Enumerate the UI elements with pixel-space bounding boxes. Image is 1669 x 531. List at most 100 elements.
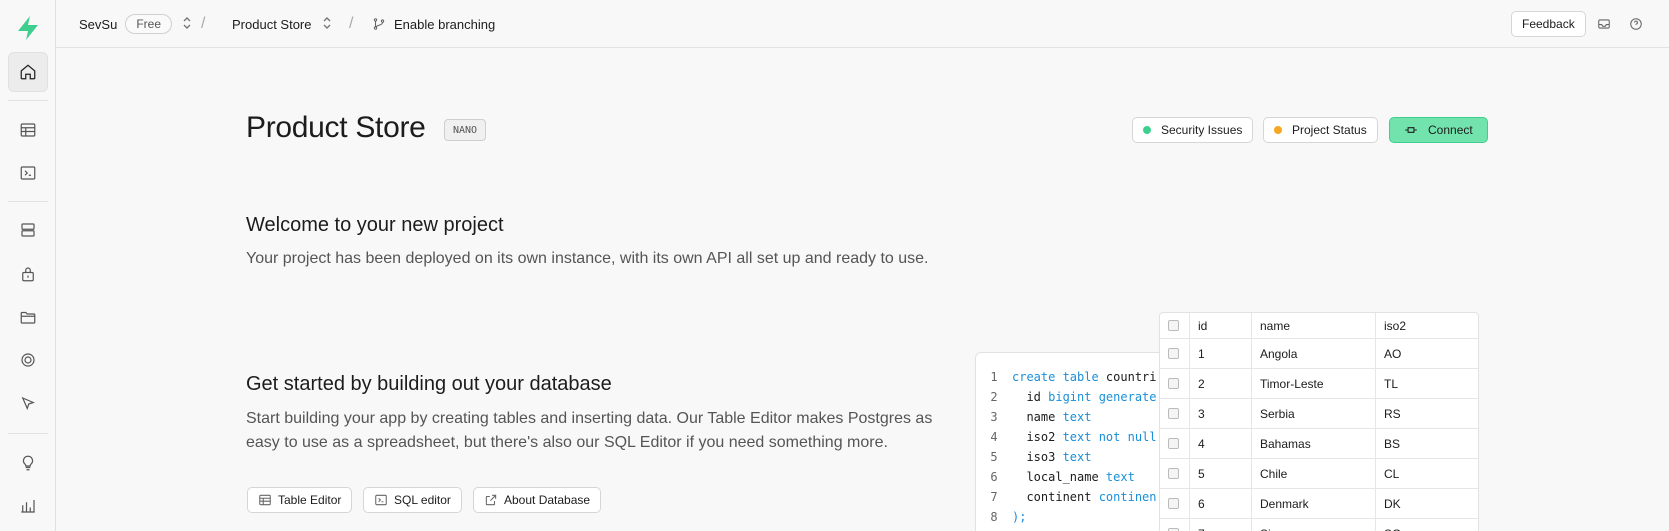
sidebar-item-realtime[interactable] [8, 340, 48, 380]
breadcrumb-separator: / [349, 15, 354, 32]
line-number: 4 [990, 430, 998, 444]
sidebar-item-reports[interactable] [8, 486, 48, 526]
row-checkbox-cell [1160, 459, 1190, 488]
line-number: 2 [990, 390, 998, 404]
row-checkbox[interactable] [1168, 378, 1179, 389]
welcome-body: Your project has been deployed on its ow… [246, 250, 929, 267]
countries-table-preview: id name iso2 1 Angola AO 2 Timor-Leste TL 3 Serbia… [1159, 312, 1479, 531]
enable-branching-button[interactable]: Enable branching [372, 0, 495, 48]
table-cell: SG [1376, 519, 1478, 531]
breadcrumb-separator: / [201, 15, 206, 32]
line-number: 7 [990, 490, 998, 504]
plug-icon [1404, 123, 1418, 137]
org-selector[interactable]: SevSu Free [79, 0, 192, 48]
table-cell: Bahamas [1252, 429, 1376, 458]
table-row[interactable]: 7SingaporeSG [1160, 519, 1478, 531]
status-dot-icon [1274, 126, 1282, 134]
terminal-icon [20, 166, 36, 180]
line-number: 1 [990, 370, 998, 384]
row-checkbox-cell [1160, 369, 1190, 398]
column-header: iso2 [1376, 313, 1478, 338]
about-database-label: About Database [504, 493, 591, 507]
sidebar-item-database[interactable] [8, 210, 48, 250]
plan-badge: Free [125, 14, 172, 34]
status-dot-icon [1143, 126, 1151, 134]
table-cell: CL [1376, 459, 1478, 488]
code-text: name [1012, 410, 1063, 424]
table-row[interactable]: 1 Angola AO [1160, 339, 1478, 369]
project-status-label: Project Status [1292, 123, 1367, 137]
table-cell: 3 [1190, 399, 1252, 428]
table-row[interactable]: 4 Bahamas BS [1160, 429, 1478, 459]
supabase-logo-icon[interactable] [14, 14, 42, 42]
code-text: countri [1098, 370, 1157, 384]
table-cell: Denmark [1252, 489, 1376, 518]
table-row[interactable]: 2 Timor-Leste TL [1160, 369, 1478, 399]
table-cell: Timor-Leste [1252, 369, 1376, 398]
table-cell: Singapore [1252, 519, 1376, 531]
feedback-label: Feedback [1522, 17, 1575, 31]
row-checkbox-cell [1160, 429, 1190, 458]
code-text: iso2 [1012, 430, 1063, 444]
table-cell: Serbia [1252, 399, 1376, 428]
code-text: continent [1012, 490, 1099, 504]
reports-icon [21, 500, 35, 513]
lightbulb-icon [22, 455, 34, 471]
line-number: 5 [990, 450, 998, 464]
code-keyword: bigint generate [1048, 390, 1157, 404]
table-row[interactable]: 5 Chile CL [1160, 459, 1478, 489]
row-checkbox[interactable] [1168, 348, 1179, 359]
row-checkbox-cell [1160, 489, 1190, 518]
line-number: 6 [990, 470, 998, 484]
sidebar-item-edge-functions[interactable] [8, 384, 48, 424]
lock-icon [22, 267, 34, 282]
row-checkbox[interactable] [1168, 468, 1179, 479]
table-cell: 1 [1190, 339, 1252, 368]
sidebar-item-table-editor[interactable] [8, 110, 48, 150]
sql-editor-button[interactable]: SQL editor [363, 487, 462, 513]
help-icon[interactable] [1624, 12, 1648, 36]
table-cell: Chile [1252, 459, 1376, 488]
chevron-updown-icon [322, 16, 332, 33]
code-text: iso3 [1012, 450, 1063, 464]
code-keyword: create table [1012, 370, 1099, 384]
inbox-icon[interactable] [1592, 12, 1616, 36]
security-issues-button[interactable]: Security Issues [1132, 117, 1254, 143]
sidebar-item-home[interactable] [8, 52, 48, 92]
row-checkbox[interactable] [1168, 408, 1179, 419]
table-row[interactable]: 6 Denmark DK [1160, 489, 1478, 519]
table-row[interactable]: 3 Serbia RS [1160, 399, 1478, 429]
chevron-updown-icon [182, 16, 192, 33]
external-link-icon [485, 494, 497, 506]
sql-editor-label: SQL editor [394, 493, 451, 507]
realtime-icon [21, 353, 35, 367]
sidebar-item-authentication[interactable] [8, 254, 48, 294]
project-status-button[interactable]: Project Status [1263, 117, 1378, 143]
table-cell: 5 [1190, 459, 1252, 488]
feedback-button[interactable]: Feedback [1511, 11, 1586, 37]
getstarted-body-line1: Start building your app by creating tabl… [246, 410, 933, 427]
connect-button[interactable]: Connect [1389, 117, 1488, 143]
code-keyword: text not null [1062, 430, 1157, 444]
database-icon [21, 223, 35, 237]
sidebar-item-storage[interactable] [8, 297, 48, 337]
row-checkbox[interactable] [1168, 498, 1179, 509]
table-cell: Angola [1252, 339, 1376, 368]
code-keyword: continen [1098, 490, 1157, 504]
sidebar-item-advisors[interactable] [8, 443, 48, 483]
sidebar-item-sql-editor[interactable] [8, 153, 48, 193]
row-checkbox-cell [1160, 399, 1190, 428]
table-cell: DK [1376, 489, 1478, 518]
org-name: SevSu [79, 16, 118, 32]
row-checkbox[interactable] [1168, 320, 1179, 331]
welcome-heading: Welcome to your new project [246, 214, 504, 236]
top-bar: SevSu Free / Product Store / Enable bran… [56, 0, 1669, 48]
project-selector[interactable]: Product Store [232, 0, 332, 48]
page-title: Product Store [246, 111, 426, 144]
table-cell: AO [1376, 339, 1478, 368]
table-icon [20, 123, 36, 137]
table-editor-button[interactable]: Table Editor [247, 487, 353, 513]
row-checkbox-cell [1160, 339, 1190, 368]
about-database-button[interactable]: About Database [473, 487, 602, 513]
row-checkbox[interactable] [1168, 438, 1179, 449]
